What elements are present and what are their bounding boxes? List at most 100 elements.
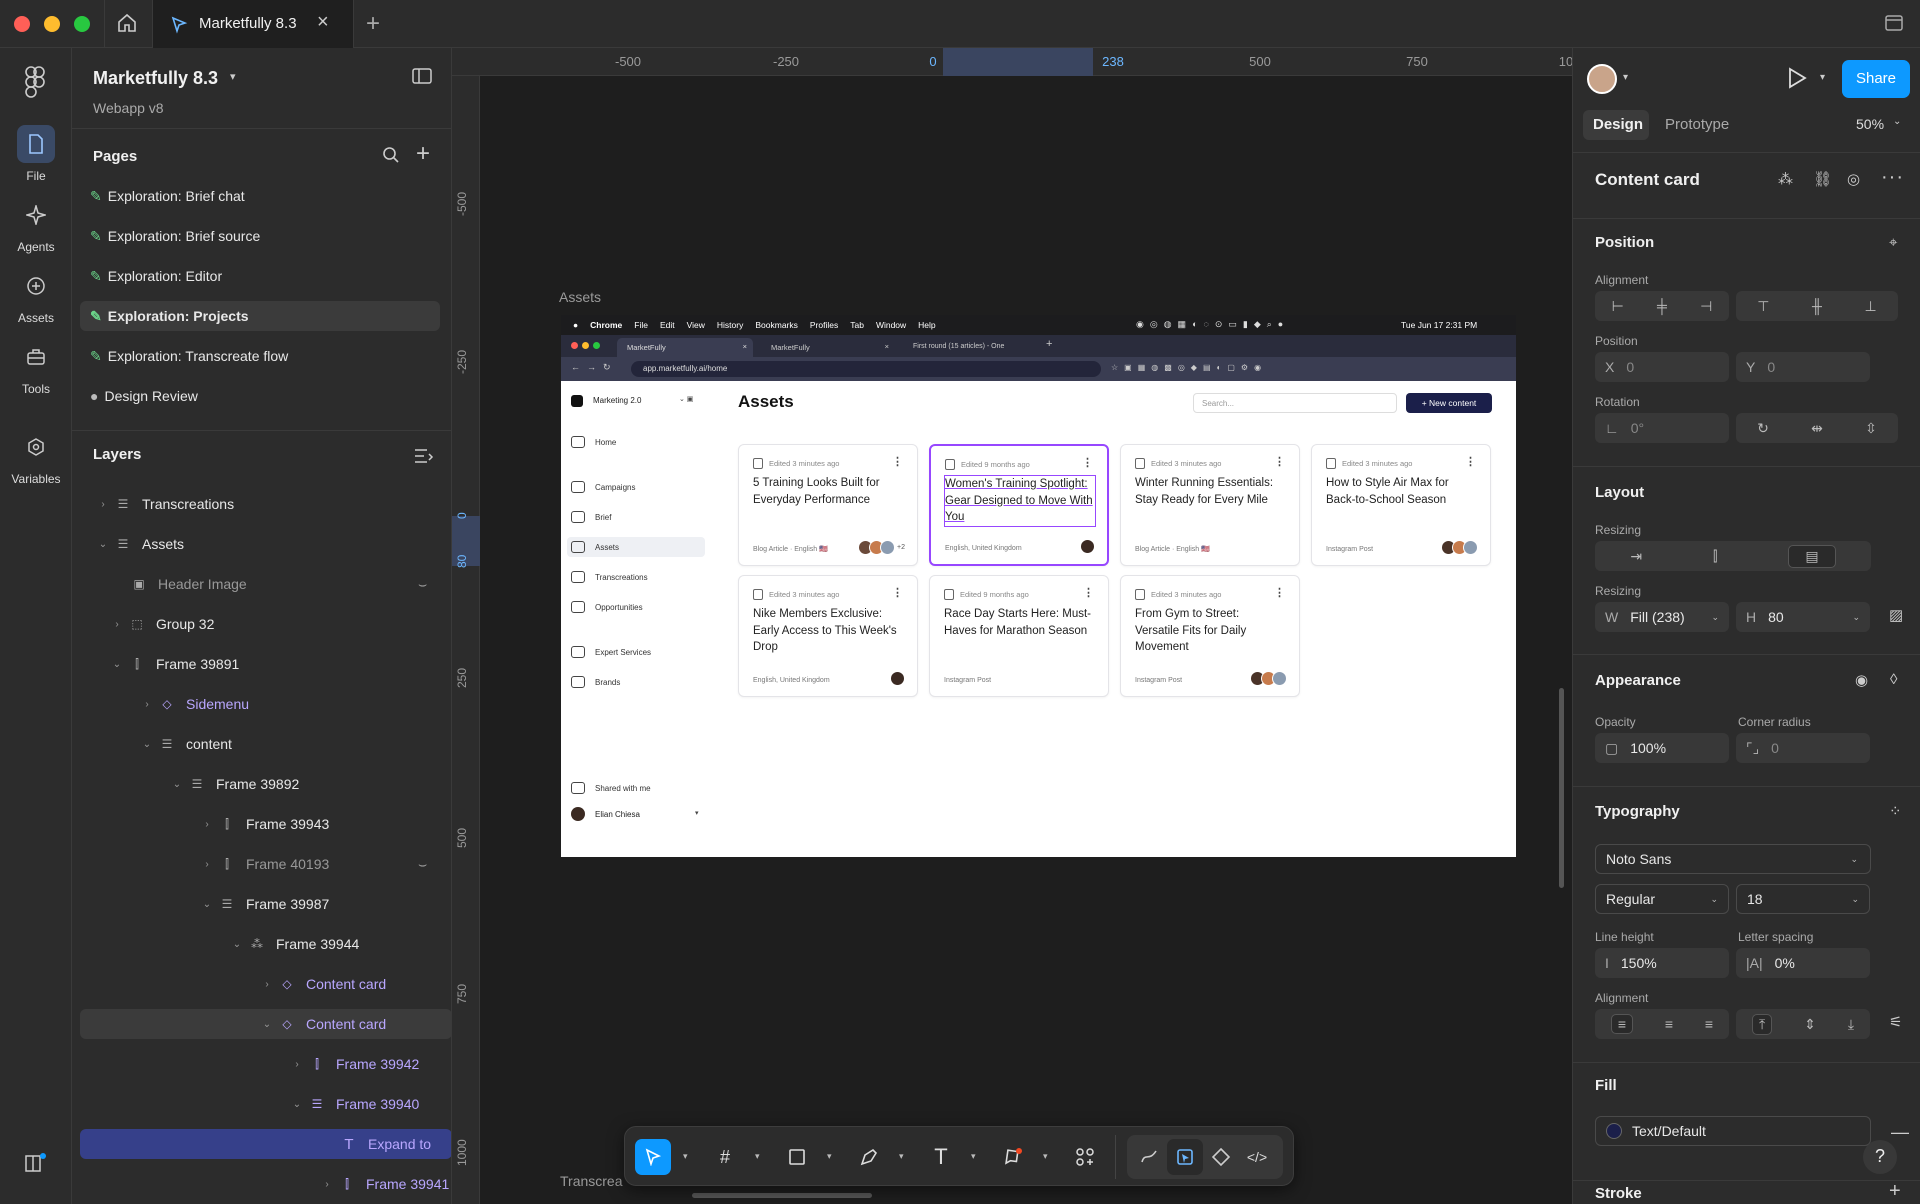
library-icon[interactable] bbox=[24, 1152, 48, 1174]
component-grid-icon[interactable]: ⁂ bbox=[1778, 170, 1793, 188]
page-item[interactable]: ✎ Exploration: Brief source bbox=[80, 221, 440, 251]
hidden-eye-icon[interactable]: ⌣ bbox=[418, 856, 427, 873]
y-position-field[interactable]: Y0 bbox=[1736, 352, 1870, 382]
chevron-right-icon[interactable]: › bbox=[140, 699, 154, 710]
close-window-button[interactable] bbox=[14, 16, 30, 32]
layer-row[interactable]: ⌄ ⁂ Frame 39944 bbox=[80, 929, 451, 959]
constraints-icon[interactable]: ▨ bbox=[1889, 606, 1903, 624]
chevron-right-icon[interactable]: › bbox=[290, 1059, 304, 1070]
layer-row[interactable]: ⌄ ☰ Frame 39892 bbox=[80, 769, 451, 799]
chevron-down-icon[interactable]: ⌄ bbox=[140, 739, 154, 750]
rail-item-variables[interactable]: Variables bbox=[0, 428, 72, 486]
chevron-down-icon[interactable]: ▾ bbox=[827, 1151, 832, 1162]
present-play-icon[interactable] bbox=[1786, 66, 1808, 90]
fixed-width-icon[interactable]: ⇥ bbox=[1630, 548, 1642, 565]
width-field[interactable]: W Fill (238) ⌄ bbox=[1595, 602, 1729, 632]
chevron-down-icon[interactable]: ⌄ bbox=[290, 1099, 304, 1110]
align-right-icon[interactable]: ⊣ bbox=[1700, 298, 1712, 315]
align-middle-icon[interactable]: ╫ bbox=[1812, 298, 1822, 314]
rail-item-tools[interactable]: Tools bbox=[0, 338, 72, 396]
file-tab[interactable]: Marketfully 8.3 × bbox=[153, 0, 353, 48]
page-item[interactable]: ✎ Exploration: Brief chat bbox=[80, 181, 440, 211]
assets-frame[interactable]: ● Chrome File Edit View History Bookmark… bbox=[561, 315, 1516, 857]
actions-tool-icon[interactable] bbox=[1067, 1139, 1103, 1175]
font-size-select[interactable]: 18 ⌄ bbox=[1736, 884, 1870, 914]
text-align-bottom-icon[interactable]: ⤓ bbox=[1848, 1016, 1854, 1033]
page-item[interactable]: ✎ Exploration: Editor bbox=[80, 261, 440, 291]
chevron-right-icon[interactable]: › bbox=[96, 499, 110, 510]
height-field[interactable]: H 80 ⌄ bbox=[1736, 602, 1870, 632]
chevron-down-icon[interactable]: ▾ bbox=[755, 1151, 760, 1162]
layer-row[interactable]: › ☰ Transcreations bbox=[80, 489, 451, 519]
text-align-center-icon[interactable]: ≡ bbox=[1665, 1016, 1673, 1032]
chevron-down-icon[interactable]: ⌄ bbox=[1711, 612, 1719, 623]
chevron-right-icon[interactable]: › bbox=[260, 979, 274, 990]
rail-item-agents[interactable]: Agents bbox=[0, 196, 72, 254]
focus-frame-icon[interactable]: ⌖ bbox=[1889, 234, 1897, 251]
comment-tool-icon[interactable] bbox=[995, 1139, 1031, 1175]
frame-label-2[interactable]: Transcrea bbox=[560, 1173, 623, 1189]
sidebar-toggle-icon[interactable] bbox=[412, 68, 432, 84]
page-item[interactable]: ● Design Review bbox=[80, 381, 440, 411]
chevron-down-icon[interactable]: ⌄ bbox=[170, 779, 184, 790]
layer-row[interactable]: › ⫿ Frame 39942 bbox=[80, 1049, 451, 1079]
close-tab-icon[interactable]: × bbox=[317, 11, 329, 34]
zoom-level[interactable]: 50% bbox=[1856, 116, 1884, 132]
share-button[interactable]: Share bbox=[1842, 60, 1910, 98]
draw-mode-icon[interactable] bbox=[1131, 1139, 1167, 1175]
text-align-middle-icon[interactable]: ⇕ bbox=[1804, 1016, 1816, 1033]
chevron-down-icon[interactable]: ⌄ bbox=[230, 939, 244, 950]
panel-layout-icon[interactable] bbox=[1884, 14, 1904, 32]
link-icon[interactable]: ⛓ bbox=[1813, 170, 1832, 188]
x-position-field[interactable]: X0 bbox=[1595, 352, 1729, 382]
more-options-icon[interactable]: ··· bbox=[1881, 166, 1904, 189]
add-page-icon[interactable]: + bbox=[416, 140, 430, 168]
chevron-down-icon[interactable]: ⌄ bbox=[1852, 612, 1860, 623]
dev-mode-icon[interactable]: </> bbox=[1239, 1139, 1275, 1175]
fill-container-icon[interactable]: ▤ bbox=[1788, 544, 1836, 568]
zoom-window-button[interactable] bbox=[74, 16, 90, 32]
chevron-down-icon[interactable]: ⌄ bbox=[260, 1019, 274, 1030]
canvas-scrollbar-horizontal[interactable] bbox=[692, 1193, 872, 1198]
chevron-right-icon[interactable]: › bbox=[200, 859, 214, 870]
rotate-icon[interactable]: ↻ bbox=[1757, 420, 1769, 437]
font-weight-select[interactable]: Regular ⌄ bbox=[1595, 884, 1729, 914]
frame-tool-icon[interactable]: # bbox=[707, 1139, 743, 1175]
figma-logo-icon[interactable] bbox=[24, 66, 46, 98]
chevron-down-icon[interactable]: ▾ bbox=[1623, 72, 1628, 83]
chevron-down-icon[interactable]: ⌄ bbox=[200, 899, 214, 910]
layer-row-selected-parent[interactable]: ⌄ ◇ Content card bbox=[80, 1009, 451, 1039]
visibility-eye-icon[interactable]: ◉ bbox=[1855, 671, 1868, 689]
new-tab-icon[interactable]: + bbox=[366, 10, 380, 38]
minimize-window-button[interactable] bbox=[44, 16, 60, 32]
rail-item-file[interactable]: File bbox=[0, 125, 72, 183]
fill-style-field[interactable]: Text/Default bbox=[1595, 1116, 1871, 1146]
layer-row[interactable]: ⌄ ☰ Frame 39940 bbox=[80, 1089, 451, 1119]
layer-row-hidden[interactable]: › ⫿ Frame 40193 ⌣ bbox=[80, 849, 451, 879]
rail-item-assets[interactable]: Assets bbox=[0, 267, 72, 325]
text-tool-icon[interactable]: T bbox=[923, 1139, 959, 1175]
layer-row[interactable]: ⌄ ⫿ Frame 39891 bbox=[80, 649, 451, 679]
text-align-right-icon[interactable]: ≡ bbox=[1705, 1016, 1713, 1032]
layer-row[interactable]: › ⫿ Frame 39941 bbox=[80, 1169, 451, 1199]
file-name[interactable]: Marketfully 8.3 bbox=[93, 68, 218, 89]
line-height-field[interactable]: Ӏ 150% bbox=[1595, 948, 1729, 978]
align-bottom-icon[interactable]: ⊥ bbox=[1864, 298, 1876, 315]
rotation-field[interactable]: ∟ 0° bbox=[1595, 413, 1729, 443]
chevron-right-icon[interactable]: › bbox=[200, 819, 214, 830]
chevron-down-icon[interactable]: ⌄ bbox=[110, 659, 124, 670]
canvas[interactable]: -500 -250 0 238 500 750 10 -500 -250 0 8… bbox=[452, 48, 1572, 1204]
align-center-horizontal-icon[interactable]: ╪ bbox=[1657, 298, 1667, 314]
chevron-down-icon[interactable]: ▾ bbox=[1043, 1151, 1048, 1162]
frame-label[interactable]: Assets bbox=[559, 289, 601, 305]
flip-vertical-icon[interactable]: ⇳ bbox=[1865, 420, 1877, 437]
help-button[interactable]: ? bbox=[1863, 1140, 1897, 1174]
layer-row[interactable]: ⌄ ☰ Assets bbox=[80, 529, 451, 559]
text-settings-icon[interactable]: ⚟ bbox=[1889, 1013, 1902, 1031]
align-top-icon[interactable]: ⊤ bbox=[1757, 298, 1769, 315]
design-mode-icon[interactable] bbox=[1167, 1139, 1203, 1175]
text-align-left-icon[interactable]: ≡ bbox=[1610, 1014, 1634, 1034]
layer-row[interactable]: › ⬚ Group 32 bbox=[80, 609, 451, 639]
chevron-down-icon[interactable]: ⌄ bbox=[1893, 116, 1901, 127]
tab-prototype[interactable]: Prototype bbox=[1665, 116, 1729, 133]
